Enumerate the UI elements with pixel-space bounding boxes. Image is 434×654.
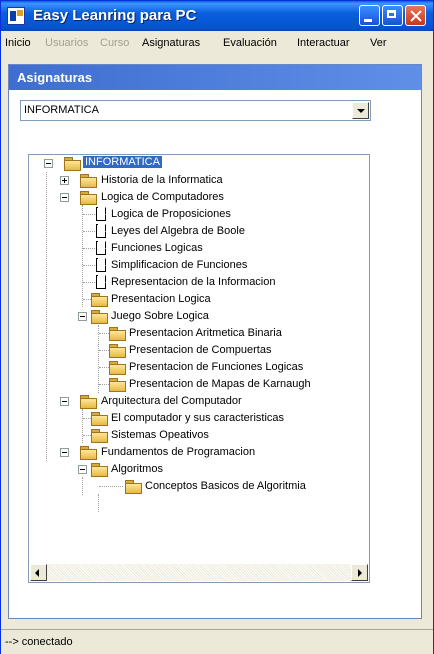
- menu-interactuar[interactable]: Interactuar: [297, 37, 350, 49]
- subject-select-value: INFORMATICA: [24, 104, 99, 116]
- tree-connector: [83, 231, 95, 232]
- app-icon[interactable]: [7, 7, 25, 25]
- tree-connector: [83, 214, 95, 215]
- folder-icon: [64, 157, 81, 171]
- tree-item-label: Presentacion Logica: [111, 293, 211, 305]
- tree-connector: [83, 282, 95, 283]
- tree-connector: [82, 409, 83, 443]
- tree-item-label: Presentacion de Funciones Logicas: [129, 361, 304, 373]
- folder-icon: [125, 480, 142, 494]
- folder-icon: [91, 293, 108, 307]
- tree-connector: [98, 325, 99, 393]
- tree-item-label: INFORMATICA: [83, 156, 162, 168]
- menu-asignaturas[interactable]: Asignaturas: [142, 37, 200, 49]
- app-window: Easy Leanring para PC Inicio Usuarios Cu…: [0, 0, 434, 654]
- collapse-icon[interactable]: [78, 465, 87, 474]
- tree-item-label: Presentacion Aritmetica Binaria: [129, 327, 282, 339]
- close-button[interactable]: [405, 5, 426, 26]
- asignaturas-panel: Asignaturas INFORMATICA INFORMATICA Hist…: [8, 64, 422, 619]
- tree-item-label: Funciones Logicas: [111, 242, 203, 254]
- scroll-right-icon[interactable]: [351, 564, 368, 581]
- scroll-left-icon[interactable]: [30, 564, 47, 581]
- tree-connector: [99, 350, 109, 351]
- menu-curso[interactable]: Curso: [100, 37, 129, 49]
- folder-icon: [80, 395, 97, 409]
- folder-icon: [109, 327, 126, 341]
- tree-item-label: Presentacion de Mapas de Karnaugh: [129, 378, 311, 390]
- folder-icon: [91, 463, 108, 477]
- collapse-icon[interactable]: [60, 448, 69, 457]
- tree-item-label: Logica de Computadores: [101, 191, 224, 203]
- collapse-icon[interactable]: [78, 312, 87, 321]
- tree-connector: [82, 477, 83, 495]
- tree-connector: [83, 248, 95, 249]
- tree-item-label: Conceptos Basicos de Algoritmia: [145, 480, 306, 492]
- collapse-icon[interactable]: [60, 193, 69, 202]
- subject-select[interactable]: INFORMATICA: [20, 100, 371, 121]
- menu-inicio[interactable]: Inicio: [5, 37, 31, 49]
- horizontal-scrollbar[interactable]: [30, 564, 368, 581]
- folder-icon: [91, 429, 108, 443]
- title-bar[interactable]: Easy Leanring para PC: [1, 1, 433, 31]
- folder-icon: [80, 446, 97, 460]
- chevron-down-icon[interactable]: [352, 102, 369, 119]
- tree-connector: [46, 172, 47, 461]
- tree-connector: [99, 367, 109, 368]
- tree-item-label: Fundamentos de Programacion: [101, 446, 256, 458]
- scroll-track[interactable]: [47, 564, 351, 581]
- tree-item-label: Leyes del Algebra de Boole: [111, 225, 245, 237]
- tree-connector: [99, 384, 109, 385]
- page-icon: [96, 275, 106, 289]
- window-title: Easy Leanring para PC: [33, 7, 197, 24]
- tree-item-label: Representacion de la Informacion: [111, 276, 276, 288]
- tree-item-label: Presentacion de Compuertas: [129, 344, 272, 356]
- maximize-button[interactable]: [382, 5, 403, 26]
- folder-icon: [91, 310, 108, 324]
- tree-item-label: Arquitectura del Computador: [101, 395, 242, 407]
- menu-bar: Inicio Usuarios Curso Asignaturas Evalua…: [1, 31, 433, 53]
- tree-connector: [83, 265, 95, 266]
- collapse-icon[interactable]: [60, 397, 69, 406]
- tree-connector: [99, 333, 109, 334]
- tree-connector: [99, 486, 123, 487]
- tree-item-label: Logica de Proposiciones: [111, 208, 231, 220]
- tree-item-label: Juego Sobre Logica: [111, 310, 209, 322]
- tree-connector: [82, 205, 83, 307]
- tree-connector: [98, 494, 99, 512]
- panel-body: INFORMATICA INFORMATICA Historia de la I…: [9, 90, 421, 618]
- folder-icon: [80, 174, 97, 188]
- folder-icon: [109, 378, 126, 392]
- menu-ver[interactable]: Ver: [370, 37, 387, 49]
- tree-item-label: El computador y sus caracteristicas: [111, 412, 285, 424]
- folder-icon: [109, 344, 126, 358]
- panel-header: Asignaturas: [9, 65, 421, 90]
- expand-icon[interactable]: [60, 176, 69, 185]
- folder-icon: [80, 191, 97, 205]
- collapse-icon[interactable]: [44, 159, 53, 168]
- page-icon: [96, 258, 106, 272]
- subject-tree[interactable]: INFORMATICA Historia de la Informatica L…: [28, 154, 370, 583]
- folder-icon: [109, 361, 126, 375]
- menu-usuarios[interactable]: Usuarios: [45, 37, 88, 49]
- tree-item-label: Algoritmos: [111, 463, 163, 475]
- status-bar: --> conectado: [1, 629, 433, 654]
- tree-item-label: Historia de la Informatica: [101, 174, 223, 186]
- page-icon: [96, 207, 106, 221]
- tree-item-label: Simplificacion de Funciones: [111, 259, 248, 271]
- folder-icon: [91, 412, 108, 426]
- page-icon: [96, 224, 106, 238]
- minimize-button[interactable]: [359, 5, 380, 26]
- page-icon: [96, 241, 106, 255]
- tree-item-label: Sistemas Opeativos: [111, 429, 209, 441]
- panel-title: Asignaturas: [17, 70, 93, 85]
- menu-evaluacion[interactable]: Evaluación: [223, 37, 277, 49]
- connection-status: --> conectado: [5, 636, 73, 648]
